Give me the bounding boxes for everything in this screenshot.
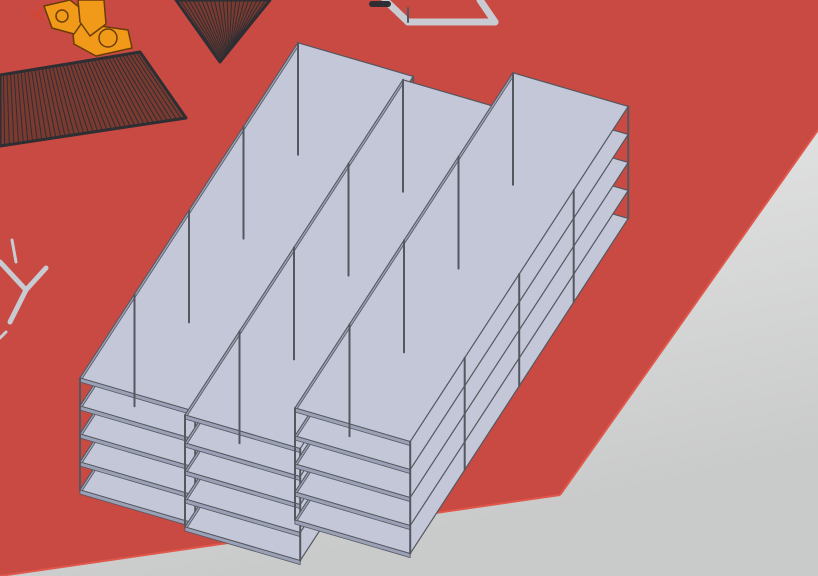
robot-joint (55, 9, 69, 23)
factory-layout-scene[interactable] (0, 0, 818, 576)
robot-joint (98, 28, 118, 48)
cad-3d-viewport[interactable] (0, 0, 818, 576)
